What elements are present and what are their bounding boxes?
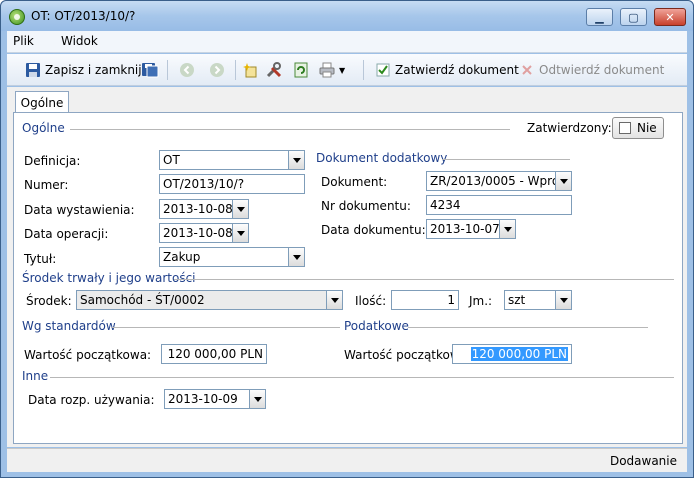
maximize-button[interactable]: ▢ [620, 8, 647, 26]
document-label: Dokument: [321, 175, 388, 189]
forward-button[interactable] [209, 60, 225, 80]
document-select[interactable]: ZR/2013/0005 - Wprowac [426, 171, 572, 191]
unit-value: szt [508, 293, 526, 307]
refresh-button[interactable] [293, 60, 309, 80]
tax-initial-value-input[interactable]: 120 000,00 PLN [452, 344, 572, 364]
status-mode: Dodawanie [609, 454, 677, 468]
section-asset-title: Środek trwały i jego wartości [22, 271, 196, 285]
unit-label: Jm.: [469, 294, 493, 308]
app-icon [9, 9, 25, 25]
title-label: Tytuł: [24, 252, 57, 266]
issue-date-picker[interactable]: 2013-10-08 [159, 199, 249, 219]
save-icon [141, 62, 159, 78]
operation-date-label: Data operacji: [24, 227, 109, 241]
dropdown-arrow-icon[interactable] [232, 200, 248, 218]
save-close-label: Zapisz i zamknij [45, 63, 142, 77]
tax-initial-value-selected: 120 000,00 PLN [470, 347, 568, 361]
dropdown-arrow-icon[interactable] [326, 291, 342, 309]
number-label: Numer: [24, 178, 69, 192]
refresh-icon [293, 62, 309, 78]
issue-date-label: Data wystawienia: [24, 203, 135, 217]
asset-select[interactable]: Samochód - ŚT/0002 [76, 290, 343, 310]
section-standards-title: Wg standardów [22, 319, 116, 333]
quantity-label: Ilość: [355, 294, 387, 308]
section-additional-title: Dokument dodatkowy [316, 151, 448, 165]
floppy-disk-icon [25, 62, 41, 78]
doc-number-input[interactable]: 4234 [426, 195, 572, 215]
standards-initial-value-label: Wartość początkowa: [24, 348, 152, 362]
asset-label: Środek: [26, 294, 72, 308]
definition-value: OT [163, 153, 180, 167]
checkmark-icon [375, 62, 391, 78]
save-close-button[interactable]: Zapisz i zamknij [25, 60, 142, 80]
quantity-input[interactable]: 1 [391, 290, 459, 310]
section-other-title: Inne [22, 369, 49, 383]
arrow-left-icon [179, 62, 195, 78]
status-bar: Dodawanie [7, 448, 687, 472]
unit-select[interactable]: szt [504, 290, 572, 310]
dropdown-arrow-icon[interactable] [232, 224, 248, 242]
title-value: Zakup [163, 250, 201, 264]
dropdown-arrow-icon[interactable] [555, 172, 571, 190]
tools-button[interactable] [266, 60, 282, 80]
dropdown-arrow-icon[interactable] [249, 390, 265, 408]
usage-date-value: 2013-10-09 [168, 392, 238, 406]
issue-date-value: 2013-10-08 [163, 202, 233, 216]
title-bar[interactable]: OT: OT/2013/10/? ▁ ▢ ✕ [1, 1, 693, 31]
approve-label: Zatwierdź dokument [395, 63, 519, 77]
approved-value: Nie [637, 121, 657, 135]
menu-bar: Plik Widok [7, 31, 687, 53]
doc-date-label: Data dokumentu: [321, 223, 426, 237]
doc-date-value: 2013-10-07 [430, 222, 500, 236]
document-value: ZR/2013/0005 - Wprowac [430, 174, 572, 188]
window-title: OT: OT/2013/10/? [31, 9, 136, 23]
number-input[interactable]: OT/2013/10/? [159, 174, 305, 194]
close-button[interactable]: ✕ [654, 8, 686, 26]
print-button[interactable]: ▼ [319, 60, 345, 80]
definition-label: Definicja: [24, 154, 81, 168]
back-button[interactable] [179, 60, 195, 80]
sparkle-new-icon [243, 62, 259, 78]
section-general-title: Ogólne [22, 121, 65, 135]
menu-view[interactable]: Widok [61, 34, 98, 48]
general-panel: Ogólne Zatwierdzony: Nie Definicja: OT N… [13, 112, 683, 444]
toolbar: Zapisz i zamknij ▼ Zatwierdź dokument Od… [7, 54, 687, 86]
tab-general[interactable]: Ogólne [15, 91, 69, 113]
section-tax-title: Podatkowe [344, 319, 409, 333]
dropdown-arrow-icon[interactable] [288, 151, 304, 169]
usage-date-label: Data rozp. używania: [28, 393, 155, 407]
dropdown-arrow-icon[interactable] [288, 248, 304, 266]
doc-number-label: Nr dokumentu: [321, 199, 411, 213]
menu-file[interactable]: Plik [13, 34, 34, 48]
doc-date-picker[interactable]: 2013-10-07 [426, 219, 516, 239]
unapprove-label: Odtwierdź dokument [539, 63, 665, 77]
definition-select[interactable]: OT [159, 150, 305, 170]
arrow-right-icon [209, 62, 225, 78]
content-area: Ogólne Ogólne Zatwierdzony: Nie Definicj… [7, 87, 687, 447]
chevron-down-icon[interactable]: ▼ [339, 66, 345, 75]
asset-value: Samochód - ŚT/0002 [80, 293, 205, 307]
dropdown-arrow-icon[interactable] [499, 220, 515, 238]
new-item-button[interactable] [243, 60, 259, 80]
standards-initial-value-input[interactable]: 120 000,00 PLN [161, 344, 267, 364]
approve-button[interactable]: Zatwierdź dokument [375, 60, 519, 80]
approved-label: Zatwierdzony: [527, 121, 612, 135]
cross-icon [519, 62, 535, 78]
usage-date-picker[interactable]: 2013-10-09 [164, 389, 266, 409]
minimize-button[interactable]: ▁ [586, 8, 613, 26]
operation-date-value: 2013-10-08 [163, 226, 233, 240]
printer-icon [319, 62, 335, 78]
title-select[interactable]: Zakup [159, 247, 305, 267]
dropdown-arrow-icon[interactable] [555, 291, 571, 309]
checkbox-box[interactable] [619, 122, 631, 134]
application-window: OT: OT/2013/10/? ▁ ▢ ✕ Plik Widok Zapisz… [0, 0, 694, 478]
approved-checkbox[interactable]: Nie [612, 117, 664, 139]
save-button[interactable] [141, 60, 159, 80]
tools-icon [266, 62, 282, 78]
operation-date-picker[interactable]: 2013-10-08 [159, 223, 249, 243]
unapprove-button[interactable]: Odtwierdź dokument [519, 60, 664, 80]
